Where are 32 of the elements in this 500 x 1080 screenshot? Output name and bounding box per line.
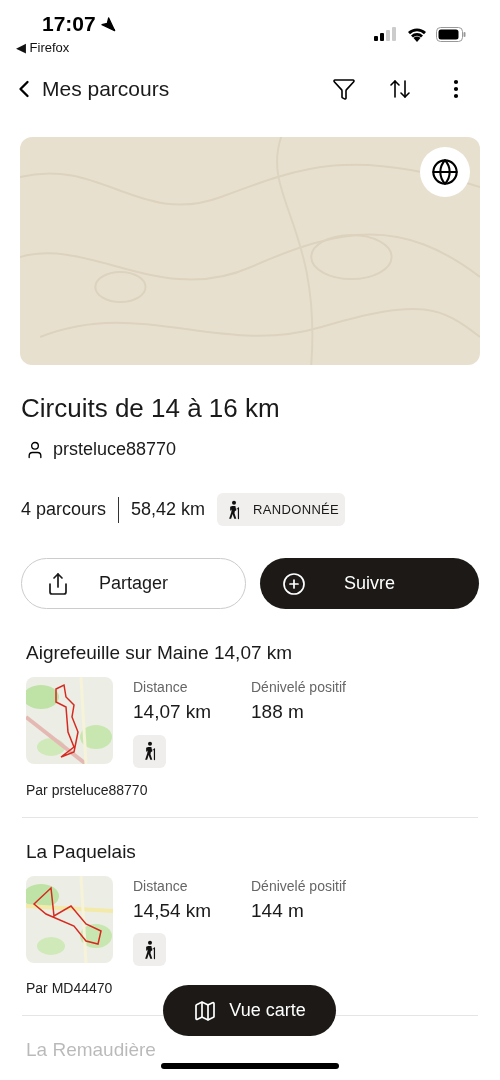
sort-icon[interactable] bbox=[388, 77, 412, 101]
route-author: Par prsteluce88770 bbox=[26, 780, 148, 800]
route-author: Par MD44470 bbox=[26, 979, 113, 998]
route-title[interactable]: La Paquelais bbox=[26, 839, 474, 864]
activity-tag: RANDONNÉE bbox=[217, 493, 346, 526]
map-view-button[interactable]: Vue carte bbox=[163, 985, 336, 1036]
wifi-icon bbox=[406, 26, 428, 42]
signal-icon bbox=[374, 27, 398, 41]
follow-button[interactable]: Suivre bbox=[260, 558, 479, 609]
elevation-value: 144 m bbox=[251, 898, 305, 923]
distance-label: Distance bbox=[133, 678, 189, 697]
clock: 17:07 bbox=[42, 11, 96, 37]
globe-icon bbox=[431, 158, 459, 186]
route-count: 4 parcours bbox=[21, 498, 107, 521]
distance-value: 14,54 km bbox=[133, 898, 213, 923]
location-icon bbox=[99, 15, 116, 32]
collection-title: Circuits de 14 à 16 km bbox=[21, 392, 281, 425]
elevation-label: Dénivelé positif bbox=[251, 678, 346, 697]
plus-icon bbox=[282, 571, 306, 596]
collection-author[interactable]: prsteluce88770 bbox=[53, 436, 177, 463]
route-title[interactable]: Aigrefeuille sur Maine 14,07 km bbox=[26, 641, 474, 665]
elevation-value: 188 m bbox=[251, 700, 305, 724]
total-distance: 58,42 km bbox=[131, 498, 206, 521]
map-icon bbox=[193, 998, 218, 1023]
back-to-app-link[interactable]: ◀ Firefox bbox=[16, 38, 70, 58]
battery-icon bbox=[436, 26, 466, 42]
elevation-label: Dénivelé positif bbox=[251, 876, 346, 896]
share-icon bbox=[46, 571, 70, 596]
distance-value: 14,07 km bbox=[133, 700, 213, 724]
distance-label: Distance bbox=[133, 876, 189, 896]
page-title: Mes parcours bbox=[42, 76, 171, 103]
filter-icon[interactable] bbox=[332, 77, 356, 101]
